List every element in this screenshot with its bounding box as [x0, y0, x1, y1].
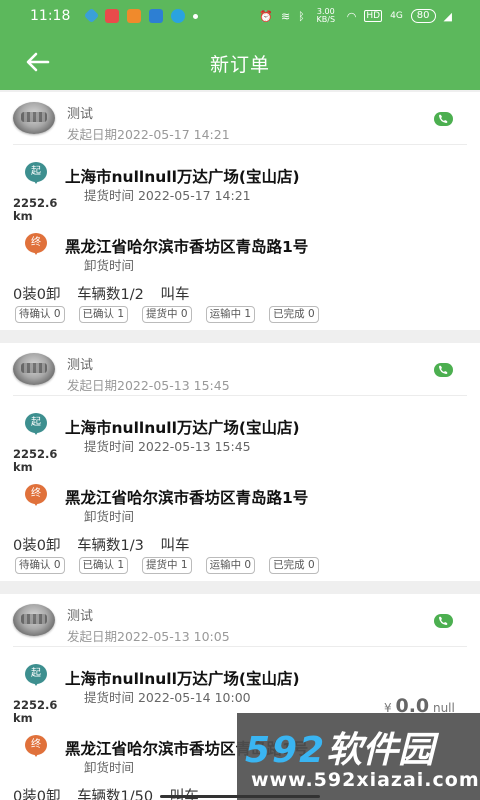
end-pin-icon: 终 — [25, 233, 49, 255]
start-address: 上海市nullnull万达广场(宝山店) — [65, 168, 300, 186]
vehicle-count: 车辆数1/3 — [77, 538, 144, 554]
pickup-time: 提货时间 2022-05-17 14:21 — [84, 188, 251, 203]
distance: 2252.6 km — [13, 196, 58, 223]
tag-pending[interactable]: 待确认 0 — [15, 306, 65, 323]
status-time: 11:18 — [30, 8, 71, 24]
tag-confirmed[interactable]: 已确认 1 — [78, 557, 129, 574]
telegram-notification-icon — [171, 9, 185, 23]
site-watermark: 592软件园 www.592xiazai.com — [237, 713, 480, 800]
home-indicator — [160, 795, 320, 798]
watermark-number: 592 — [245, 730, 327, 771]
status-bar: 11:18 ⏰ ≋ ᛒ 3.00 KB/S ◠ HD 4G 80 ◢ — [0, 0, 480, 34]
tag-in-transit[interactable]: 运输中 1 — [205, 306, 256, 323]
order-username: 测试 — [67, 107, 94, 122]
network-speed: 3.00 KB/S — [316, 7, 336, 24]
phone-icon — [439, 616, 448, 625]
eye-notification-icon — [149, 9, 163, 23]
battery-icon: 80 — [410, 9, 436, 23]
order-created-date: 发起日期2022-05-13 10:05 — [67, 629, 230, 644]
avatar — [13, 604, 55, 636]
tag-confirmed[interactable]: 已确认 1 — [78, 306, 129, 323]
signal-icon: ◢ — [443, 9, 452, 23]
distance: 2252.6 km — [13, 698, 58, 725]
vehicle-count: 车辆数1/2 — [77, 287, 144, 303]
order-created-date: 发起日期2022-05-13 15:45 — [67, 378, 230, 393]
phone-icon — [439, 365, 448, 374]
start-pin-icon: 起 — [25, 413, 49, 435]
dot-icon — [193, 14, 198, 19]
order-username: 测试 — [67, 358, 94, 373]
load-count: 0装0卸 — [13, 538, 61, 554]
vibrate-icon: ≋ — [280, 9, 291, 23]
unload-time: 卸货时间 — [84, 258, 135, 273]
bluetooth-icon: ᛒ — [298, 9, 305, 23]
watermark-logo: 592软件园 — [245, 721, 434, 773]
pickup-time: 提货时间 2022-05-14 10:00 — [84, 690, 251, 705]
phone-button[interactable] — [434, 614, 453, 628]
vehicle-count: 车辆数1/50 — [77, 789, 154, 800]
call-car-link[interactable]: 叫车 — [161, 538, 190, 554]
tag-completed[interactable]: 已完成 0 — [269, 557, 319, 574]
pickup-time: 提货时间 2022-05-13 15:45 — [84, 439, 251, 454]
map-notification-icon — [105, 9, 119, 23]
order-card[interactable]: 测试 发起日期2022-05-13 15:45 起 上海市nullnull万达广… — [0, 343, 480, 581]
end-pin-icon: 终 — [25, 484, 49, 506]
distance: 2252.6 km — [13, 447, 58, 474]
end-address: 黑龙江省哈尔滨市香坊区青岛路1号 — [65, 489, 309, 507]
alarm-icon: ⏰ — [259, 9, 273, 23]
start-address: 上海市nullnull万达广场(宝山店) — [65, 419, 300, 437]
order-username: 测试 — [67, 609, 94, 624]
divider — [13, 395, 467, 396]
wifi-icon: ◠ — [346, 9, 357, 23]
order-card[interactable]: 测试 发起日期2022-05-17 14:21 起 上海市nullnull万达广… — [0, 92, 480, 330]
order-created-date: 发起日期2022-05-17 14:21 — [67, 127, 230, 142]
page-title: 新订单 — [209, 54, 270, 76]
order-summary: 0装0卸 车辆数1/3 叫车 — [13, 534, 202, 555]
status-tags: 待确认 0 已确认 1 提货中 1 运输中 0 已完成 0 — [15, 557, 319, 574]
tag-picking-up[interactable]: 提货中 0 — [142, 306, 192, 323]
tag-in-transit[interactable]: 运输中 0 — [205, 557, 256, 574]
shop-notification-icon — [127, 9, 141, 23]
notification-icons — [83, 7, 198, 24]
watermark-brand: 软件园 — [326, 730, 435, 771]
app-notification-icon — [83, 7, 100, 24]
phone-icon — [439, 114, 448, 123]
start-address: 上海市nullnull万达广场(宝山店) — [65, 670, 300, 688]
unload-time: 卸货时间 — [84, 509, 135, 524]
divider — [13, 144, 467, 145]
start-pin-icon: 起 — [25, 162, 49, 184]
avatar — [13, 102, 55, 134]
phone-button[interactable] — [434, 112, 453, 126]
status-tags: 待确认 0 已确认 1 提货中 0 运输中 1 已完成 0 — [15, 306, 319, 323]
call-car-link[interactable]: 叫车 — [161, 287, 190, 303]
start-pin-icon: 起 — [25, 664, 49, 686]
unload-time: 卸货时间 — [84, 760, 135, 775]
tag-picking-up[interactable]: 提货中 1 — [142, 557, 192, 574]
hd-label: HD — [364, 10, 383, 22]
app-header: 新订单 — [0, 34, 480, 90]
load-count: 0装0卸 — [13, 789, 61, 800]
divider — [13, 646, 467, 647]
order-summary: 0装0卸 车辆数1/2 叫车 — [13, 283, 202, 304]
avatar — [13, 353, 55, 385]
watermark-url: www.592xiazai.com — [251, 769, 480, 791]
phone-button[interactable] — [434, 363, 453, 377]
signal-label: 4G — [390, 11, 403, 21]
load-count: 0装0卸 — [13, 287, 61, 303]
tag-pending[interactable]: 待确认 0 — [15, 557, 65, 574]
status-right: ⏰ ≋ ᛒ 3.00 KB/S ◠ HD 4G 80 ◢ — [259, 8, 452, 24]
end-address: 黑龙江省哈尔滨市香坊区青岛路1号 — [65, 238, 309, 256]
end-pin-icon: 终 — [25, 735, 49, 757]
tag-completed[interactable]: 已完成 0 — [269, 306, 319, 323]
